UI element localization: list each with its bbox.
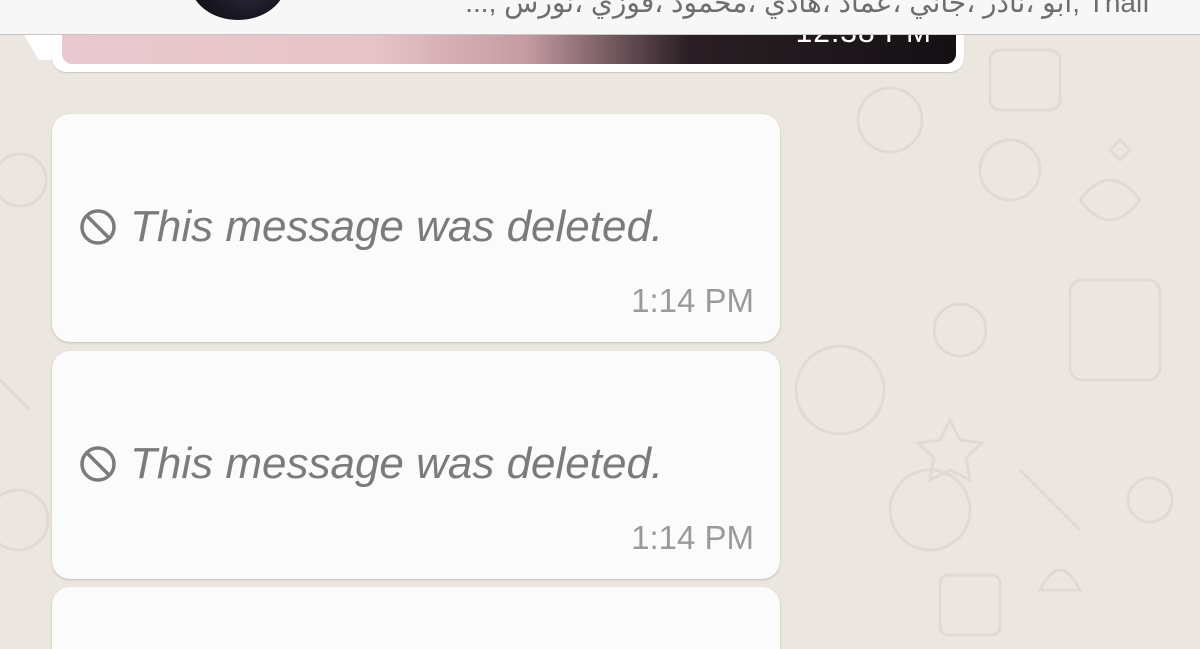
group-members-subtitle: Thaif ,أبو ،نادر ،جاني ،عماد ،هادي ،محمو…: [465, 0, 1150, 18]
message-timestamp: 1:14 PM: [631, 519, 754, 556]
ban-icon: [80, 209, 116, 245]
deleted-message-label: This message was deleted.: [130, 439, 664, 488]
deleted-message-text-row: This message was deleted.: [78, 202, 663, 252]
chat-screen: Thaif ,أبو ،نادر ،جاني ،عماد ،هادي ،محمو…: [0, 0, 1200, 649]
deleted-message-text-row: This message was deleted.: [78, 439, 663, 489]
group-avatar[interactable]: [190, 0, 286, 20]
message-timestamp: 1:14 PM: [631, 282, 754, 319]
deleted-message-label: This message was deleted.: [130, 202, 664, 251]
deleted-message-bubble[interactable]: This message was deleted. 1:14 PM: [52, 351, 780, 579]
chat-header[interactable]: Thaif ,أبو ،نادر ،جاني ،عماد ،هادي ،محمو…: [0, 0, 1200, 35]
ban-icon: [80, 446, 116, 482]
deleted-message-bubble[interactable]: This message was deleted. 1:14 PM: [52, 114, 780, 342]
message-bubble[interactable]: [52, 587, 780, 649]
